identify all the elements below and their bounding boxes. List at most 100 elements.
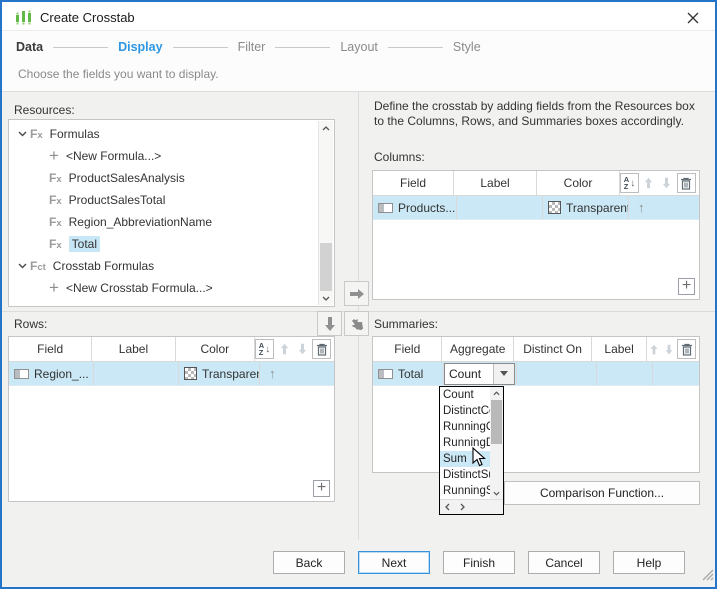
field-cell[interactable]: Total	[373, 362, 444, 385]
finish-button[interactable]: Finish	[443, 551, 515, 574]
step-data[interactable]: Data	[16, 40, 43, 54]
scroll-up-icon[interactable]	[319, 121, 333, 135]
move-up-button[interactable]	[647, 339, 660, 359]
dropdown-item-distinctcount[interactable]: DistinctCount	[440, 403, 490, 419]
move-down-button[interactable]	[659, 173, 675, 193]
scroll-left-icon[interactable]	[440, 500, 455, 514]
summaries-header-actions	[647, 337, 699, 361]
step-filter[interactable]: Filter	[238, 40, 266, 54]
close-button[interactable]	[681, 7, 705, 28]
rows-table-row[interactable]: Region_... Transparent ↑	[9, 362, 334, 386]
dropdown-scrollbar[interactable]	[490, 387, 503, 499]
add-column-field-button[interactable]: +	[678, 278, 695, 295]
sort-az-button[interactable]: A Z ↓	[619, 173, 639, 193]
resize-grip[interactable]	[701, 568, 714, 586]
columns-table-header: Field Label Color A Z ↓	[373, 171, 699, 196]
scroll-down-icon[interactable]	[319, 291, 333, 305]
chevron-down-icon[interactable]	[18, 131, 30, 137]
dropdown-item-count[interactable]: Count	[440, 387, 490, 403]
dropdown-item-runningsum[interactable]: RunningSum	[440, 483, 490, 499]
distinct-on-cell[interactable]	[517, 362, 597, 385]
add-to-rows-button[interactable]	[317, 311, 342, 336]
field-name: Region_...	[34, 366, 89, 381]
move-up-button[interactable]	[641, 173, 657, 193]
col-header-field: Field	[373, 337, 443, 361]
col-header-color: Color	[176, 337, 256, 361]
aggregate-cell[interactable]: Count	[444, 362, 517, 385]
summaries-label: Summaries:	[374, 317, 439, 331]
col-header-color: Color	[537, 171, 620, 195]
delete-button[interactable]	[312, 339, 332, 359]
scroll-down-icon[interactable]	[490, 487, 503, 499]
sort-az-button[interactable]: A Z ↓	[255, 339, 275, 359]
scroll-right-icon[interactable]	[455, 500, 470, 514]
col-header-label: Label	[454, 171, 538, 195]
help-button[interactable]: Help	[613, 551, 685, 574]
move-up-button[interactable]	[276, 339, 292, 359]
tree-node-label-selected: Total	[68, 236, 100, 252]
dropdown-hscrollbar[interactable]	[440, 499, 503, 514]
mouse-cursor	[472, 446, 488, 474]
columns-table-row[interactable]: Products... Transparent ↑	[373, 196, 699, 220]
rows-table: Field Label Color A Z ↓ Region_... Transpa…	[8, 336, 335, 502]
tree-node-crosstab-formulas[interactable]: Fct Crosstab Formulas	[9, 255, 318, 277]
scroll-up-icon[interactable]	[490, 387, 503, 399]
arrow-down-icon	[324, 316, 335, 331]
label-cell[interactable]	[457, 196, 543, 219]
formula-group-icon: Fx	[30, 127, 43, 141]
plus-icon: +	[49, 146, 59, 165]
color-cell[interactable]: Transparent	[179, 362, 260, 385]
step-display[interactable]: Display	[118, 40, 162, 54]
resources-tree-box: Fx Formulas + <New Formula...> Fx Produc…	[8, 119, 335, 307]
actions-cell	[653, 362, 699, 385]
delete-button[interactable]	[677, 339, 696, 359]
tree-node-label: ProductSalesTotal	[68, 193, 166, 207]
arrow-right-icon	[349, 288, 364, 299]
field-cell[interactable]: Products...	[373, 196, 457, 219]
move-down-button[interactable]	[662, 339, 675, 359]
tree-node-productsalestotal[interactable]: Fx ProductSalesTotal	[9, 189, 318, 211]
field-cell[interactable]: Region_...	[9, 362, 94, 385]
dropdown-item-runningcount[interactable]: RunningCount	[440, 419, 490, 435]
col-header-distinct-on: Distinct On	[514, 337, 593, 361]
crosstab-instructions: Define the crosstab by adding fields fro…	[374, 99, 695, 128]
color-cell[interactable]: Transparent	[543, 196, 629, 219]
tree-node-formulas[interactable]: Fx Formulas	[9, 123, 318, 145]
combo-dropdown-button[interactable]	[493, 363, 514, 384]
move-down-button[interactable]	[294, 339, 310, 359]
cancel-button[interactable]: Cancel	[528, 551, 600, 574]
add-row-field-button[interactable]: +	[313, 480, 330, 497]
tree-node-total-selected[interactable]: Fx Total	[9, 233, 318, 255]
col-header-field: Field	[9, 337, 93, 361]
chevron-down-icon[interactable]	[18, 263, 30, 269]
sort-state-cell: ↑	[260, 362, 334, 385]
step-connector	[53, 46, 109, 48]
scrollbar-thumb[interactable]	[320, 243, 332, 291]
close-icon	[687, 12, 699, 23]
scrollbar-thumb[interactable]	[491, 400, 502, 444]
add-to-columns-button[interactable]	[344, 281, 369, 306]
create-crosstab-dialog: Create Crosstab Data Display Filter Layo…	[0, 0, 717, 589]
tree-node-region-abbreviationname[interactable]: Fx Region_AbbreviationName	[9, 211, 318, 233]
caret-down-icon	[500, 371, 508, 376]
label-cell[interactable]	[94, 362, 179, 385]
back-button[interactable]: Back	[273, 551, 345, 574]
comparison-function-button[interactable]: Comparison Function...	[504, 481, 700, 505]
step-style[interactable]: Style	[453, 40, 481, 54]
tree-node-label: Formulas	[49, 127, 100, 141]
delete-button[interactable]	[676, 173, 696, 193]
step-layout[interactable]: Layout	[340, 40, 378, 54]
tree-node-label: <New Crosstab Formula...>	[65, 281, 213, 295]
tree-node-productsalesanalysis[interactable]: Fx ProductSalesAnalysis	[9, 167, 318, 189]
col-header-aggregate: Aggregate	[442, 337, 514, 361]
summaries-table-row[interactable]: Total Count	[373, 362, 699, 386]
add-to-summaries-button[interactable]	[344, 311, 369, 336]
next-button[interactable]: Next	[358, 551, 430, 574]
label-cell[interactable]	[597, 362, 653, 385]
crosstab-formula-group-icon: Fct	[30, 259, 46, 273]
resources-scrollbar[interactable]	[318, 121, 333, 305]
aggregate-combobox[interactable]: Count	[444, 362, 515, 385]
tree-node-new-formula[interactable]: + <New Formula...>	[9, 145, 318, 167]
tree-node-label: Region_AbbreviationName	[68, 215, 213, 229]
tree-node-new-crosstab-formula[interactable]: + <New Crosstab Formula...>	[9, 277, 318, 299]
